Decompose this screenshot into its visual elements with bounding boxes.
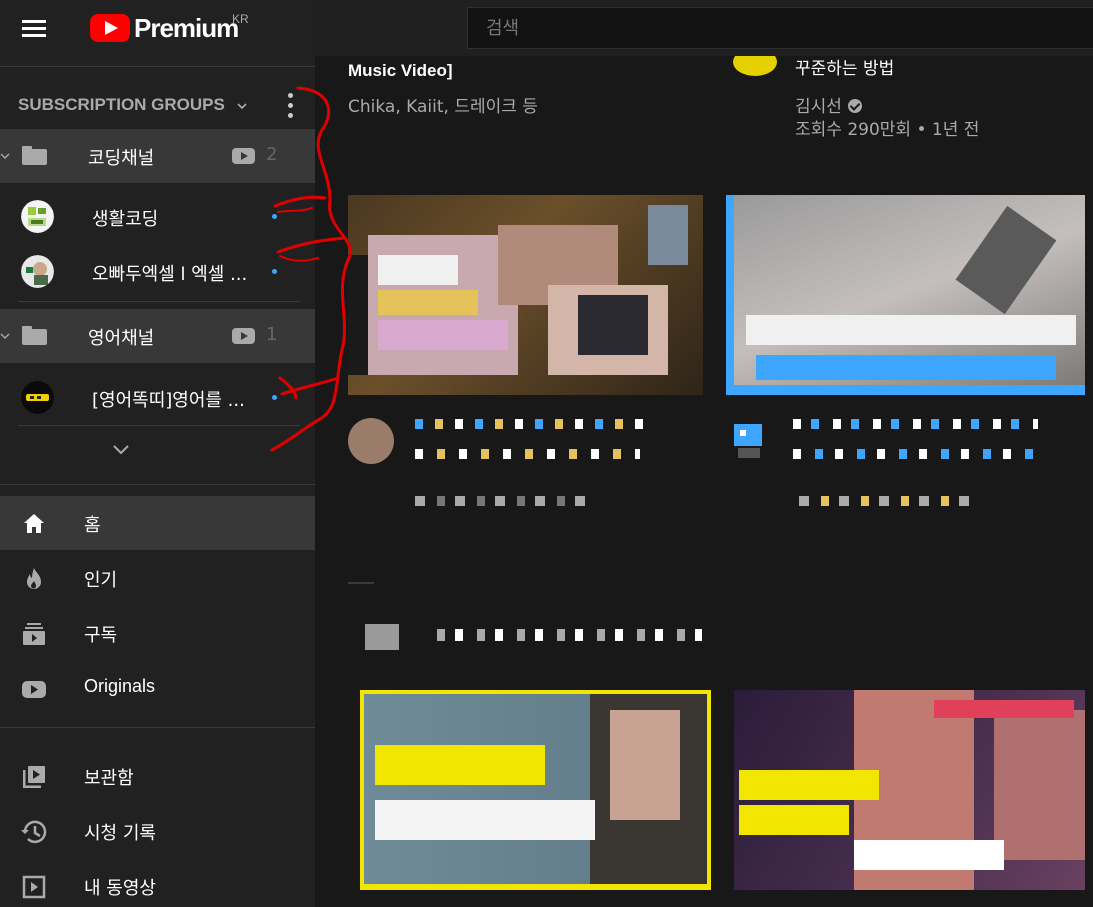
folder-icon (365, 624, 399, 650)
nav-label: 홈 (84, 515, 101, 536)
nav-label: 구독 (84, 625, 118, 646)
verified-icon (847, 99, 862, 113)
nav-item-history[interactable]: 시청 기록 (0, 804, 315, 858)
video-title-pixelated[interactable] (415, 449, 640, 459)
video-thumbnail[interactable] (348, 195, 703, 395)
group-name: 영어채널 (88, 328, 155, 349)
channel-avatar (21, 200, 54, 233)
originals-icon (22, 681, 46, 698)
channel-name: [영어똑띠]영어를 ... (92, 390, 245, 411)
trending-icon (27, 568, 41, 589)
channel-avatar[interactable] (733, 56, 777, 76)
nav-item-subscriptions[interactable]: 구독 (0, 606, 315, 660)
new-content-dot (272, 269, 277, 274)
section-divider (0, 727, 315, 728)
section-divider (0, 484, 315, 485)
nav-label: 보관함 (84, 768, 134, 789)
youtube-play-icon (90, 14, 130, 42)
logo-text: Premium (134, 12, 239, 43)
video-title-pixelated[interactable] (793, 449, 1033, 459)
new-content-dot (272, 395, 277, 400)
nav-item-your-videos[interactable]: 내 동영상 (0, 859, 315, 907)
your-videos-icon (22, 875, 46, 899)
video-meta-pixelated (415, 496, 590, 506)
channel-name: 오빠두엑셀 l 엑셀 ... (92, 264, 248, 285)
new-content-dot (272, 214, 277, 219)
subscription-groups-title[interactable]: SUBSCRIPTION GROUPS (18, 95, 225, 115)
nav-label: 내 동영상 (84, 878, 156, 899)
caret-down-icon[interactable] (0, 331, 10, 341)
region-code: KR (232, 12, 249, 26)
video-thumbnail[interactable] (726, 195, 1085, 395)
sidebar-header: Premium KR (0, 0, 315, 67)
expand-chevron-icon[interactable] (110, 443, 132, 457)
divider (18, 425, 300, 426)
nav-item-trending[interactable]: 인기 (0, 551, 315, 605)
channel-name[interactable]: 김시선 (795, 97, 842, 117)
nav-label: 인기 (84, 570, 118, 591)
video-thumbnail[interactable] (360, 690, 711, 890)
more-options-icon[interactable] (280, 91, 300, 121)
video-channels[interactable]: Chika, Kaiit, 드레이크 등 (348, 92, 538, 117)
group-name: 코딩채널 (88, 148, 155, 169)
chevron-down-icon[interactable] (236, 100, 248, 112)
video-meta-pixelated (799, 496, 979, 506)
video-channel[interactable]: 김시선 (795, 92, 862, 117)
channel-avatar[interactable] (726, 418, 772, 464)
home-icon (24, 514, 44, 533)
channel-avatar (21, 255, 54, 288)
main-content: Music Video] Chika, Kaiit, 드레이크 등 꾸준하는 방… (315, 56, 1093, 907)
youtube-icon (232, 328, 255, 344)
video-title-pixelated[interactable] (415, 419, 645, 429)
nav-label: 시청 기록 (84, 823, 156, 844)
subscriptions-icon (23, 623, 45, 645)
channel-avatar[interactable] (348, 418, 394, 464)
folder-icon (22, 146, 47, 165)
nav-item-library[interactable]: 보관함 (0, 749, 315, 803)
subscription-group-english[interactable]: 영어채널 1 (0, 309, 315, 363)
group-count: 1 (266, 324, 278, 345)
youtube-premium-logo[interactable]: Premium (90, 12, 239, 43)
group-count: 2 (266, 144, 278, 165)
hamburger-menu-icon[interactable] (18, 17, 48, 39)
nav-label: Originals (84, 676, 156, 696)
nav-item-home[interactable]: 홈 (0, 496, 315, 550)
channel-avatar (21, 381, 54, 414)
history-icon (21, 820, 47, 844)
divider (18, 301, 300, 302)
shelf-title-pixelated[interactable] (437, 629, 702, 641)
library-icon (23, 766, 45, 788)
subscription-group-coding[interactable]: 코딩채널 2 (0, 129, 315, 183)
search-input[interactable] (468, 8, 1093, 48)
video-title[interactable]: Music Video] (348, 61, 453, 81)
caret-down-icon[interactable] (0, 151, 10, 161)
section-divider (348, 582, 374, 584)
video-title[interactable]: 꾸준하는 방법 (795, 56, 894, 79)
sidebar: SUBSCRIPTION GROUPS 코딩채널 2 생활코딩 오빠두엑셀 l … (0, 67, 315, 907)
youtube-icon (232, 148, 255, 164)
channel-item-saenghwal-coding[interactable]: 생활코딩 (0, 193, 300, 243)
channel-item-english-ttokti[interactable]: [영어똑띠]영어를 ... (0, 374, 300, 424)
search-box[interactable] (467, 7, 1093, 49)
nav-item-originals[interactable]: Originals (0, 661, 315, 715)
video-thumbnail[interactable] (734, 690, 1085, 890)
video-title-pixelated[interactable] (793, 419, 1038, 429)
folder-icon (22, 326, 47, 345)
video-meta: 조회수 290만회 • 1년 전 (795, 120, 980, 140)
channel-name: 생활코딩 (92, 209, 159, 230)
channel-item-oppadu-excel[interactable]: 오빠두엑셀 l 엑셀 ... (0, 248, 300, 298)
